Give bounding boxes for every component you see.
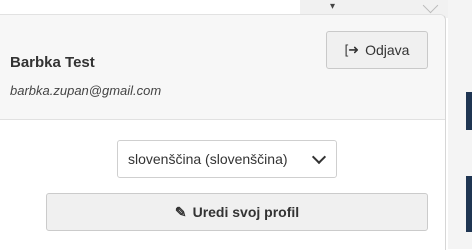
- logout-button[interactable]: [➜ Odjava: [326, 31, 428, 69]
- user-name: Barbka Test: [10, 54, 95, 71]
- user-menu-dropdown: Barbka Test barbka.zupan@gmail.com [➜ Od…: [0, 14, 446, 250]
- background-navy-strip: [466, 92, 472, 130]
- edit-profile-button[interactable]: ✎ Uredi svoj profil: [46, 193, 428, 231]
- logout-label: Odjava: [365, 42, 410, 58]
- user-email: barbka.zupan@gmail.com: [10, 83, 162, 98]
- sign-out-icon: [➜: [344, 42, 360, 57]
- user-menu-header: Barbka Test barbka.zupan@gmail.com [➜ Od…: [0, 15, 445, 120]
- background-page-edge: [448, 0, 472, 249]
- language-select[interactable]: slovenščina (slovenščina): [117, 140, 337, 178]
- edit-icon: ✎: [174, 203, 187, 220]
- chevron-down-icon: [311, 149, 327, 165]
- language-select-value: slovenščina (slovenščina): [128, 151, 288, 167]
- background-icon: ▾: [330, 1, 336, 12]
- edit-profile-label: Uredi svoj profil: [192, 204, 300, 220]
- background-navy-strip: [466, 176, 472, 232]
